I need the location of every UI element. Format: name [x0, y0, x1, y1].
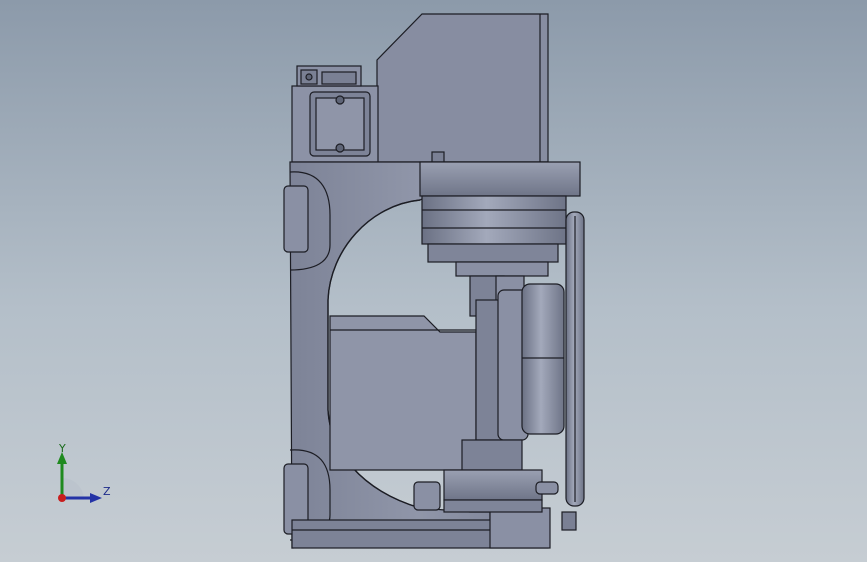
motor-housing	[291, 13, 549, 163]
y-axis-label: Y	[59, 442, 66, 455]
z-axis-label: Z	[103, 485, 111, 498]
graphics-viewport[interactable]: Y Z	[0, 0, 867, 562]
model-view[interactable]	[0, 0, 867, 562]
tilt-motor	[329, 315, 477, 471]
triad-axes	[57, 452, 102, 503]
coordinate-triad: Y Z	[40, 436, 130, 516]
x-axis-dot	[58, 494, 66, 502]
